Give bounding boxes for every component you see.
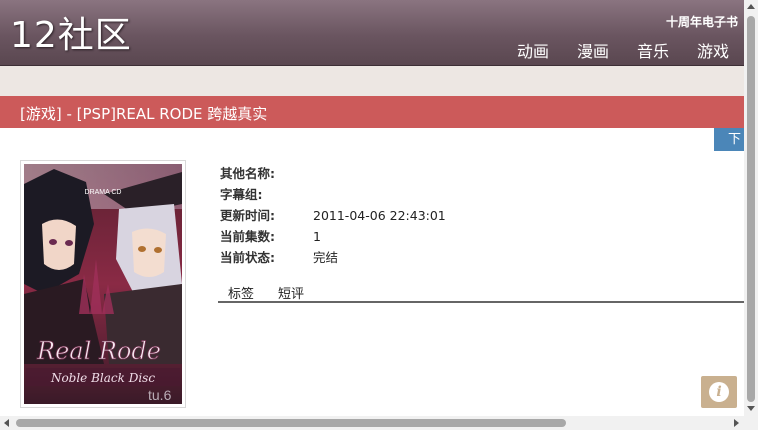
nav-item-anime[interactable]: 动画 bbox=[517, 38, 549, 62]
info-value: 完结 bbox=[313, 250, 339, 265]
info-row-status: 当前状态: 完结 bbox=[220, 247, 446, 268]
cover-artwork: DRAMA CD Real Rode Noble Black Disc tu.6 bbox=[24, 164, 182, 404]
detail-tabs: 标签 短评 bbox=[218, 282, 744, 303]
cover-subtitle: Noble Black Disc bbox=[50, 371, 155, 385]
info-row-episodes: 当前集数: 1 bbox=[220, 226, 446, 247]
info-label: 当前状态: bbox=[220, 250, 275, 265]
cover-title: Real Rode bbox=[36, 337, 161, 365]
nav-item-manga[interactable]: 漫画 bbox=[577, 38, 609, 62]
info-row-alias: 其他名称: bbox=[220, 163, 446, 184]
info-row-updated: 更新时间: 2011-04-06 22:43:01 bbox=[220, 205, 446, 226]
cover-image[interactable]: DRAMA CD Real Rode Noble Black Disc tu.6 bbox=[20, 160, 186, 408]
nav-item-music[interactable]: 音乐 bbox=[637, 38, 669, 62]
info-table: 其他名称: 字幕组: 更新时间: 2011-04-06 22:43:01 当前集… bbox=[220, 163, 446, 268]
info-label: 更新时间: bbox=[220, 208, 275, 223]
info-value: 2011-04-06 22:43:01 bbox=[313, 208, 446, 223]
site-logo[interactable]: 12社区 bbox=[10, 14, 132, 58]
scrollbar-corner bbox=[744, 416, 758, 430]
info-row-subtitle-group: 字幕组: bbox=[220, 184, 446, 205]
cover-watermark: tu.6 bbox=[148, 387, 172, 403]
scroll-left-arrow-icon[interactable] bbox=[4, 419, 9, 427]
download-button[interactable]: 下 bbox=[714, 128, 744, 151]
info-label: 其他名称: bbox=[220, 166, 275, 181]
cover-badge: DRAMA CD bbox=[85, 189, 122, 196]
info-icon: i bbox=[709, 382, 729, 402]
ebook-link[interactable]: 十周年电子书 bbox=[666, 13, 738, 30]
nav-item-game[interactable]: 游戏 bbox=[697, 38, 729, 62]
scroll-up-arrow-icon[interactable] bbox=[747, 4, 755, 9]
site-header: 12社区 十周年电子书 动画 漫画 音乐 游戏 bbox=[0, 0, 744, 66]
page-title-bar: [游戏] - [PSP]REAL RODE 跨越真实 bbox=[0, 96, 744, 128]
tab-reviews[interactable]: 短评 bbox=[278, 283, 304, 302]
tab-tags[interactable]: 标签 bbox=[228, 283, 254, 302]
sub-header-band bbox=[0, 66, 744, 96]
main-nav: 动画 漫画 音乐 游戏 bbox=[517, 38, 729, 62]
scroll-right-arrow-icon[interactable] bbox=[734, 419, 739, 427]
info-label: 字幕组: bbox=[220, 187, 263, 202]
info-value: 1 bbox=[313, 229, 321, 244]
horizontal-scroll-thumb[interactable] bbox=[16, 419, 566, 427]
info-label: 当前集数: bbox=[220, 229, 275, 244]
page-title: [游戏] - [PSP]REAL RODE 跨越真实 bbox=[20, 105, 268, 123]
horizontal-scrollbar[interactable] bbox=[0, 416, 744, 430]
vertical-scroll-thumb[interactable] bbox=[747, 16, 755, 402]
vertical-scrollbar[interactable] bbox=[744, 0, 758, 416]
scroll-down-arrow-icon[interactable] bbox=[747, 406, 755, 411]
info-button[interactable]: i bbox=[701, 376, 737, 408]
